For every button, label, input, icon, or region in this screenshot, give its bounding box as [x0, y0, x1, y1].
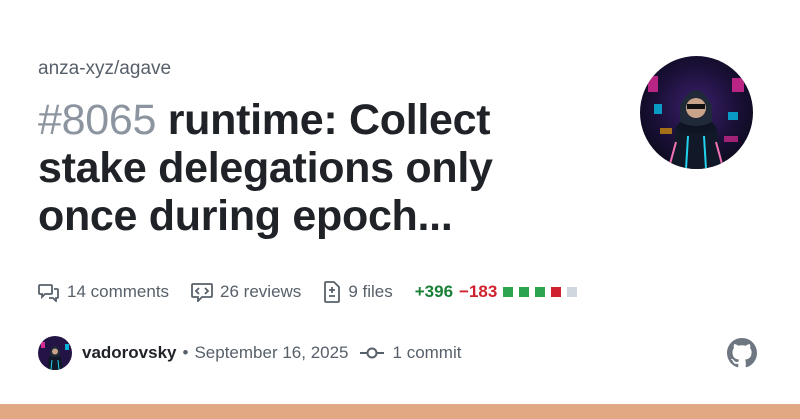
diff-square: [519, 287, 530, 297]
author-avatar[interactable]: [38, 336, 72, 370]
review-icon: [191, 283, 213, 302]
github-logo-icon[interactable]: [727, 338, 757, 373]
repo-name[interactable]: anza-xyz/agave: [38, 58, 171, 80]
diff-bar: [503, 287, 583, 297]
deletions-count: −183: [459, 282, 498, 301]
commit-count: 1 commit: [392, 343, 462, 362]
commit-icon: [359, 347, 384, 359]
comments-stat[interactable]: 14 comments: [38, 282, 169, 302]
reviews-count: 26 reviews: [220, 282, 302, 301]
commit-stat[interactable]: 1 commit: [359, 343, 462, 363]
files-stat[interactable]: 9 files: [323, 281, 393, 303]
pr-number: #8065: [38, 96, 157, 144]
diff-stat: +396 −183: [415, 282, 584, 302]
diff-square: [551, 287, 562, 297]
author-name[interactable]: vadorovsky: [82, 343, 177, 363]
comments-count: 14 comments: [67, 282, 170, 301]
pr-stats: 14 comments 26 reviews 9 files +396 −183: [38, 280, 605, 304]
diff-square: [503, 287, 514, 297]
separator-dot: •: [182, 343, 189, 362]
footer-bar: [0, 404, 800, 419]
author-avatar-large: [640, 56, 753, 169]
additions-count: +396: [414, 282, 454, 301]
pr-title: #8065 runtime: Collect stake delegations…: [38, 96, 598, 240]
files-count: 9 files: [348, 282, 393, 301]
diff-square: [567, 287, 578, 297]
file-diff-icon: [324, 281, 341, 303]
diff-square: [535, 287, 546, 297]
comment-icon: [38, 284, 59, 302]
author-row: vadorovsky • September 16, 2025 1 commit: [38, 336, 461, 370]
pr-date: September 16, 2025: [194, 343, 349, 362]
reviews-stat[interactable]: 26 reviews: [191, 282, 301, 302]
